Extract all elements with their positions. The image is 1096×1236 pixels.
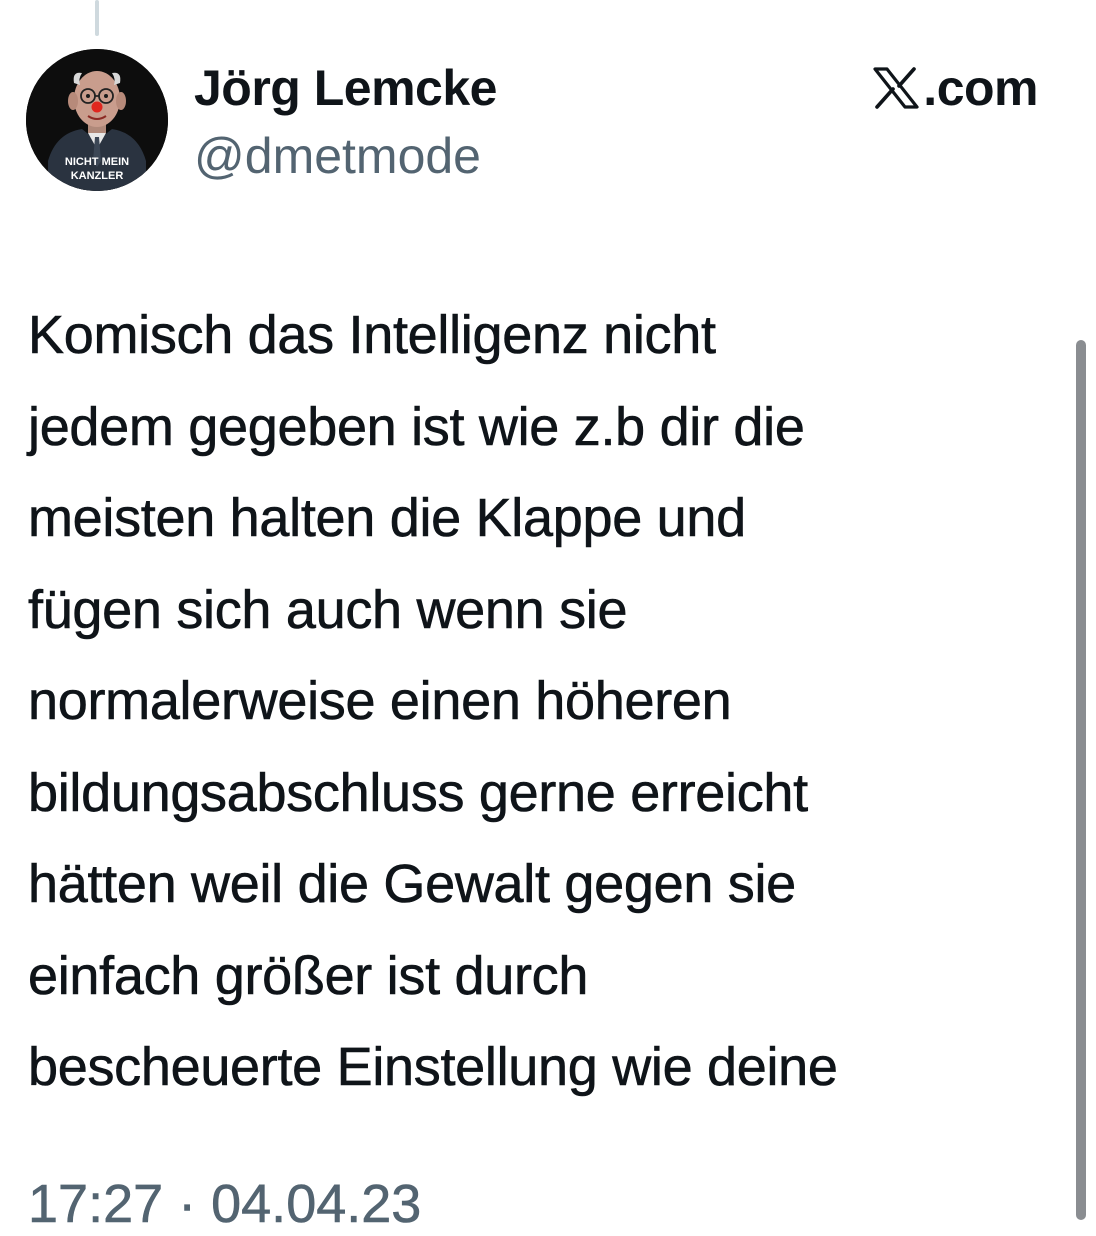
avatar-image: NICHT MEIN KANZLER [26, 49, 168, 191]
tweet-timestamp[interactable]: 17:27 · 04.04.23 [28, 1172, 422, 1236]
avatar[interactable]: NICHT MEIN KANZLER [26, 49, 168, 191]
tweet-text-line: Komisch das Intelligenz nicht [28, 305, 717, 366]
tweet-text-line: jedem gegeben ist wie z.b dir die [28, 396, 805, 457]
scrollbar-thumb[interactable] [1076, 340, 1086, 1220]
x-logo-icon [873, 67, 919, 109]
tweet-text-line: meisten halten die Klappe und [28, 488, 747, 549]
tweet-text: Komisch das Intelligenz nicht jedem gege… [28, 290, 1068, 1114]
tweet-text-line: einfach größer ist durch [28, 945, 589, 1006]
avatar-caption-line-2: KANZLER [71, 170, 124, 182]
brand-domain-label: .com [923, 60, 1038, 116]
avatar-caption-line-1: NICHT MEIN [65, 156, 129, 168]
brand-watermark: .com [873, 56, 1038, 120]
tweet-text-line: hätten weil die Gewalt gegen sie [28, 854, 797, 915]
tweet-text-line: fügen sich auch wenn sie [28, 579, 628, 640]
author-display-name[interactable]: Jörg Lemcke [194, 56, 497, 120]
tweet-text-line: normalerweise einen höheren [28, 671, 732, 732]
tweet-text-line: bescheuerte Einstellung wie deine [28, 1037, 839, 1098]
author-handle[interactable]: @dmetmode [194, 124, 481, 188]
tweet-text-line: bildungsabschluss gerne erreicht [28, 762, 809, 823]
thread-connector-line [95, 0, 99, 36]
